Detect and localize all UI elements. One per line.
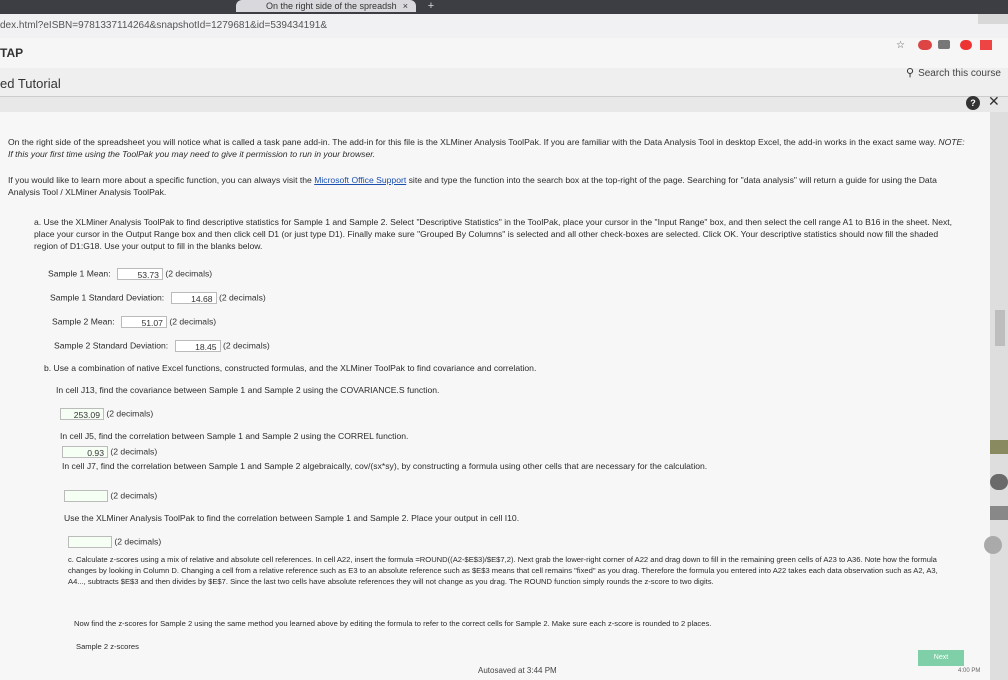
j17-instruction: In cell J7, find the correlation between…: [62, 461, 708, 471]
part-c2-instructions: Now find the z-scores for Sample 2 using…: [74, 619, 712, 628]
sample2-sd-input[interactable]: 18.45: [174, 340, 221, 352]
next-button[interactable]: Next: [918, 650, 964, 666]
search-label: Search this course: [918, 68, 1001, 79]
browser-tabbar: On the right side of the spreadsh × +: [0, 0, 1008, 14]
toolpak-answer-row: (2 decimals): [68, 536, 161, 548]
side-panel-icon[interactable]: [984, 536, 1002, 554]
tab-close-icon[interactable]: ×: [403, 0, 408, 12]
part-a-instructions: a. Use the XLMiner Analysis ToolPak to f…: [34, 217, 953, 251]
part-c-instructions: c. Calculate z-scores using a mix of rel…: [68, 555, 938, 586]
sample2-zscores-label: Sample 2 z-scores: [76, 642, 139, 651]
bookmark-star-icon[interactable]: ☆: [896, 40, 905, 51]
toolpak-correlation-input[interactable]: [68, 536, 112, 548]
j15-instruction: In cell J5, find the correlation between…: [60, 431, 409, 441]
side-panel-icon[interactable]: [990, 440, 1008, 454]
sample1-sd-input[interactable]: 14.68: [170, 292, 217, 304]
intro-paragraph-1: On the right side of the spreadsheet you…: [8, 137, 965, 159]
scrollbar[interactable]: [990, 112, 1008, 680]
app-header: TAP: [0, 38, 1008, 69]
extension-icon[interactable]: [918, 40, 932, 50]
sample1-mean-input[interactable]: 53.73: [116, 268, 163, 280]
sample2-mean-input[interactable]: 51.07: [120, 316, 167, 328]
covariance-input[interactable]: 253.09: [60, 408, 104, 420]
browser-tab[interactable]: On the right side of the spreadsh ×: [236, 0, 416, 12]
app-name: TAP: [0, 46, 24, 60]
part-b-instructions: b. Use a combination of native Excel fun…: [44, 363, 537, 373]
j17-answer-row: (2 decimals): [64, 490, 157, 502]
intro-paragraph-2: If you would like to learn more about a …: [8, 175, 937, 197]
extension-icon[interactable]: [960, 40, 972, 50]
extension-icon[interactable]: [938, 40, 950, 49]
side-panel-icon[interactable]: [990, 474, 1008, 490]
url-text[interactable]: dex.html?eISBN=9781337114264&snapshotId=…: [0, 20, 327, 31]
autosave-status: Autosaved at 3:44 PM: [478, 666, 557, 675]
j15-answer-row: 0.93 (2 decimals): [62, 446, 157, 458]
scrollbar-thumb[interactable]: [995, 310, 1005, 346]
toolpak-instruction: Use the XLMiner Analysis ToolPak to find…: [64, 513, 520, 523]
search-course-link[interactable]: ⚲ Search this course: [906, 66, 1001, 79]
close-icon[interactable]: ✕: [988, 93, 1000, 110]
window-control[interactable]: [978, 14, 1008, 24]
sample1-mean-row: Sample 1 Mean: 53.73 (2 decimals): [48, 268, 213, 280]
j13-answer-row: 253.09 (2 decimals): [60, 408, 153, 420]
side-panel-icon[interactable]: [990, 506, 1008, 520]
correl-input[interactable]: 0.93: [62, 446, 108, 458]
system-clock: 4:00 PM: [958, 668, 981, 674]
new-tab-button[interactable]: +: [424, 0, 438, 12]
sample2-mean-row: Sample 2 Mean: 51.07 (2 decimals): [52, 316, 217, 328]
sample1-sd-row: Sample 1 Standard Deviation: 14.68 (2 de…: [50, 292, 266, 304]
search-icon: ⚲: [906, 67, 915, 79]
address-bar[interactable]: dex.html?eISBN=9781337114264&snapshotId=…: [0, 14, 1008, 39]
help-icon[interactable]: ?: [966, 96, 980, 110]
algebraic-correlation-input[interactable]: [64, 490, 108, 502]
sample2-sd-row: Sample 2 Standard Deviation: 18.45 (2 de…: [54, 340, 270, 352]
extension-icon[interactable]: [980, 40, 992, 50]
section-title: ed Tutorial: [0, 76, 61, 91]
microsoft-support-link[interactable]: Microsoft Office Support: [314, 175, 406, 185]
j13-instruction: In cell J13, find the covariance between…: [56, 385, 440, 395]
tutorial-bar: ed Tutorial: [0, 68, 1008, 97]
tab-title: On the right side of the spreadsh: [266, 1, 397, 11]
